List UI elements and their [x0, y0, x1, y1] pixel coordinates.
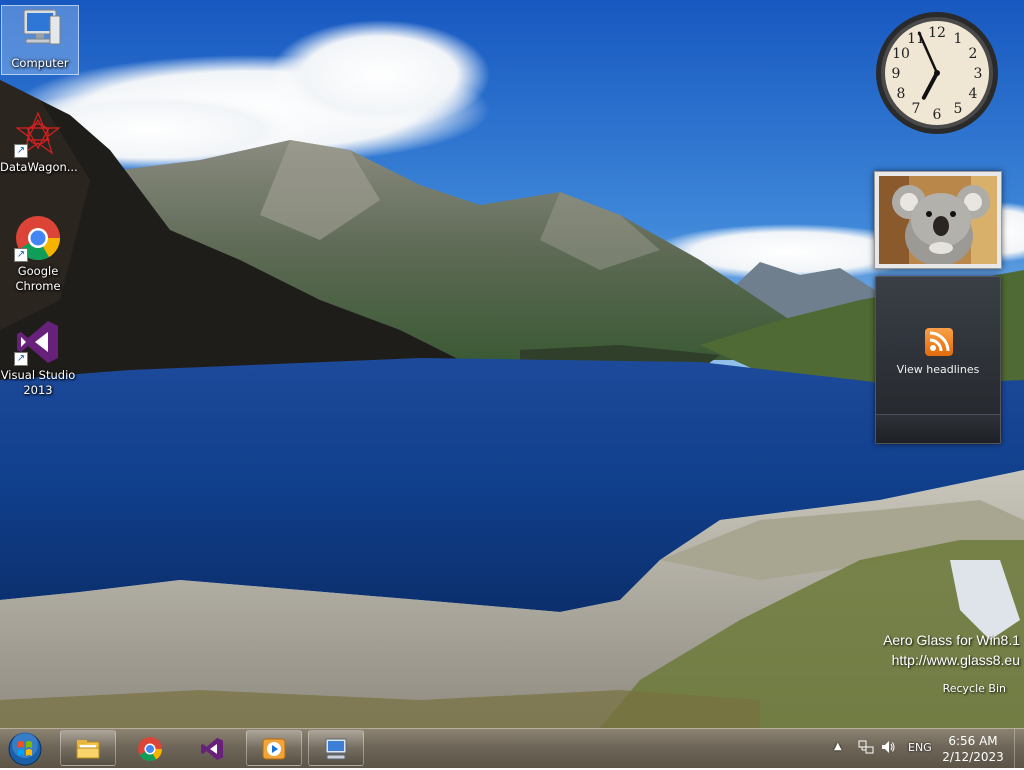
- desktop-icon-google-chrome[interactable]: ↗ Google Chrome: [0, 214, 76, 294]
- desktop-icon-label: DataWagon...: [0, 160, 78, 174]
- watermark-line-1: Aero Glass for Win8.1: [883, 632, 1020, 648]
- desktop-icon-label: Google Chrome: [15, 264, 61, 293]
- aero-glass-watermark: Aero Glass for Win8.1 http://www.glass8.…: [883, 630, 1020, 670]
- gadget-footer: [876, 414, 1000, 443]
- computer-icon: [16, 6, 64, 54]
- svg-text:12: 12: [928, 25, 946, 41]
- language-indicator[interactable]: ENG: [908, 741, 932, 754]
- shortcut-arrow-icon: ↗: [14, 248, 28, 262]
- svg-text:4: 4: [969, 86, 978, 102]
- desktop-icon-label: Visual Studio 2013: [0, 368, 76, 397]
- clock-time: 6:56 AM: [948, 734, 998, 748]
- datawagon-icon: ↗: [14, 110, 62, 158]
- clock-date: 2/12/2023: [942, 750, 1004, 764]
- remote-desktop-icon: [325, 738, 347, 760]
- taskbar-visual-studio[interactable]: [184, 730, 240, 766]
- taskbar-clock[interactable]: 6:56 AM 2/12/2023: [936, 733, 1010, 765]
- koala-photo: [879, 176, 997, 264]
- svg-text:5: 5: [954, 101, 963, 117]
- chrome-icon: ↗: [14, 214, 62, 262]
- network-icon[interactable]: [858, 739, 874, 758]
- slideshow-gadget[interactable]: [874, 171, 1002, 269]
- desktop-wallpaper: [0, 0, 1024, 728]
- recycle-bin-label[interactable]: Recycle Bin: [943, 682, 1006, 695]
- show-desktop-button[interactable]: [1014, 729, 1024, 769]
- svg-text:9: 9: [892, 66, 901, 82]
- desktop-icon-label: Computer: [11, 56, 69, 70]
- visual-studio-icon: [201, 738, 223, 760]
- svg-text:7: 7: [912, 101, 921, 117]
- start-orb-icon: [8, 732, 42, 766]
- desktop-icon-computer[interactable]: Computer: [1, 5, 79, 75]
- chrome-icon: [138, 737, 162, 762]
- svg-text:2: 2: [969, 46, 978, 62]
- shortcut-arrow-icon: ↗: [14, 144, 28, 158]
- svg-text:1: 1: [954, 31, 963, 47]
- view-headlines-label[interactable]: View headlines: [876, 363, 1000, 376]
- clock-gadget[interactable]: 12 1 2 345 678 9 10 11: [874, 10, 1000, 136]
- svg-text:6: 6: [933, 107, 942, 123]
- svg-text:8: 8: [897, 86, 906, 102]
- taskbar-remote-desktop[interactable]: [308, 730, 364, 766]
- taskbar-media-player[interactable]: [246, 730, 302, 766]
- rss-feed-icon: [925, 328, 953, 356]
- desktop-icon-visual-studio[interactable]: ↗ Visual Studio 2013: [0, 318, 76, 398]
- watermark-line-2: http://www.glass8.eu: [891, 652, 1020, 668]
- taskbar-chrome[interactable]: [122, 730, 178, 766]
- svg-text:3: 3: [974, 66, 983, 82]
- svg-text:10: 10: [892, 46, 910, 62]
- analog-clock-face: 12 12 345 678 91011: [876, 12, 998, 134]
- feed-headlines-gadget[interactable]: View headlines: [875, 276, 1001, 444]
- taskbar-file-explorer[interactable]: [60, 730, 116, 766]
- show-hidden-icons-chevron-icon[interactable]: ▲: [834, 741, 842, 752]
- file-explorer-icon: [76, 740, 100, 759]
- shortcut-arrow-icon: ↗: [14, 352, 28, 366]
- media-player-icon: [262, 738, 286, 760]
- desktop-icon-datawagon[interactable]: ↗ DataWagon...: [0, 110, 78, 175]
- taskbar: ▲ ENG 6:56 AM 2/12/2023: [0, 728, 1024, 769]
- visual-studio-icon: ↗: [14, 318, 62, 366]
- volume-icon[interactable]: [880, 739, 896, 758]
- start-button[interactable]: [5, 731, 45, 767]
